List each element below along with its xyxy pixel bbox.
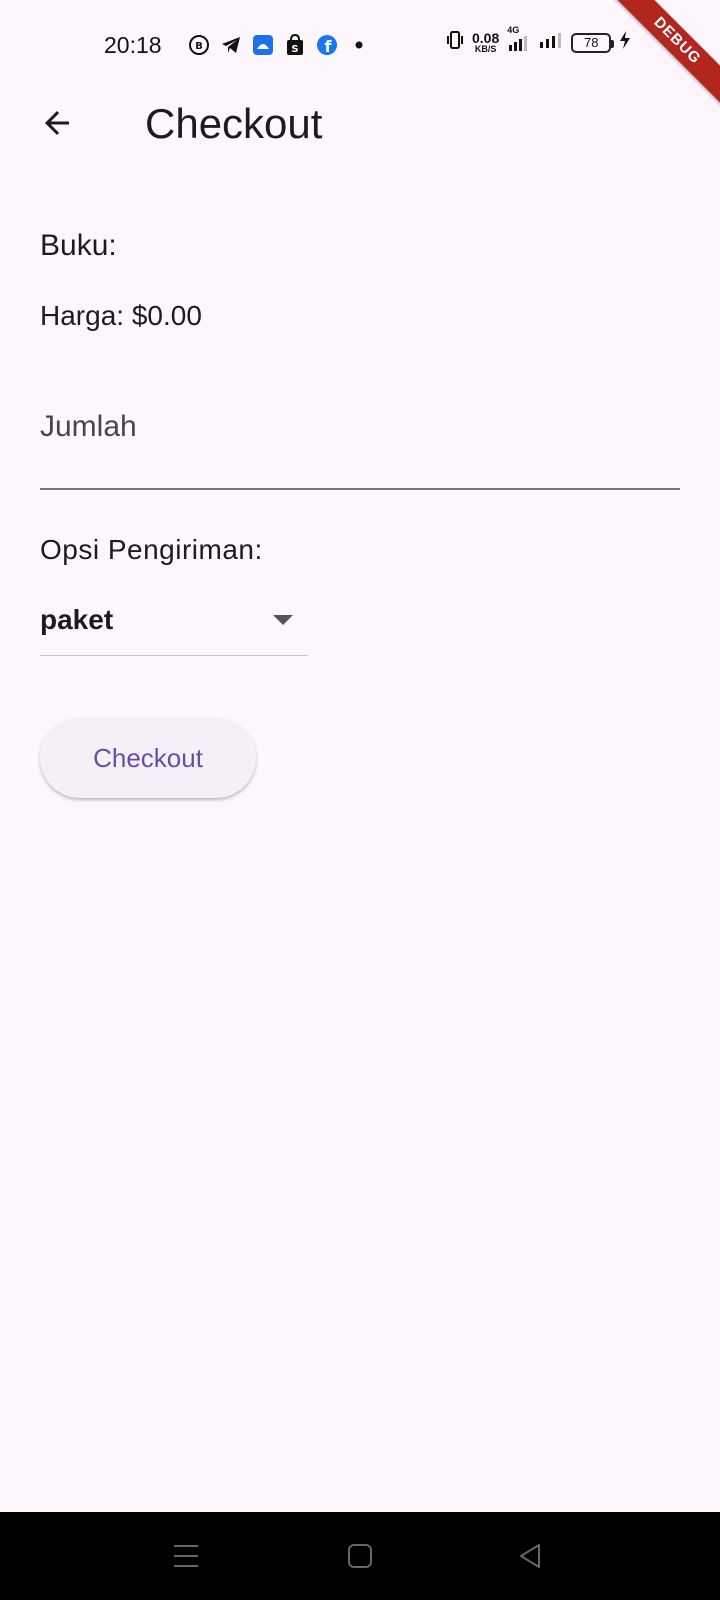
svg-text:B: B [195,41,203,52]
quantity-input[interactable] [40,388,680,490]
page-title: Checkout [145,100,323,147]
vibrate-icon [446,30,464,55]
system-navigation-bar [0,1512,720,1600]
home-square-icon [348,1544,372,1568]
menu-lines-icon [174,1545,198,1567]
network-speed-value: 0.08 [472,30,500,46]
home-button[interactable] [336,1532,384,1580]
arrow-back-icon [45,111,69,135]
telegram-icon [220,34,242,56]
business-chat-icon: B [188,34,210,56]
quantity-field[interactable] [40,388,680,490]
price-label: Harga: $0.00 [40,300,202,331]
shipping-option-label: Opsi Pengiriman: [40,534,263,565]
back-triangle-icon [520,1544,540,1568]
shipping-option-selected: paket [40,604,114,635]
facebook-icon: f [316,34,338,56]
back-nav-button[interactable] [506,1532,554,1580]
signal-bars-icon [537,30,563,55]
book-label: Buku: [40,229,117,262]
system-status-icons: 0.08 KB/S 4G 78 [446,25,631,55]
app-bar: Checkout [0,92,720,160]
signal-4g-icon: 4G [507,25,529,53]
network-type-label: 4G [507,24,520,35]
shipping-option-dropdown[interactable]: paket [40,594,308,656]
shopee-icon: S [284,34,306,56]
battery-icon: 78 [571,32,615,53]
dropdown-arrow-icon [273,615,293,625]
back-button[interactable] [28,94,86,152]
status-bar: 20:18 B S f 0.08 KB/S 4G 78 [0,0,720,92]
svg-text:f: f [325,37,333,56]
network-speed: 0.08 KB/S [472,31,499,54]
notification-icons: B S f [188,34,370,56]
charging-icon [619,30,631,55]
network-speed-unit: KB/S [474,44,497,54]
recent-apps-button[interactable] [162,1532,210,1580]
svg-text:S: S [291,44,298,55]
checkout-button[interactable]: Checkout [40,718,256,798]
android-app-icon [252,34,274,56]
status-time: 20:18 [104,32,162,58]
more-notifications-dot-icon [348,34,370,56]
